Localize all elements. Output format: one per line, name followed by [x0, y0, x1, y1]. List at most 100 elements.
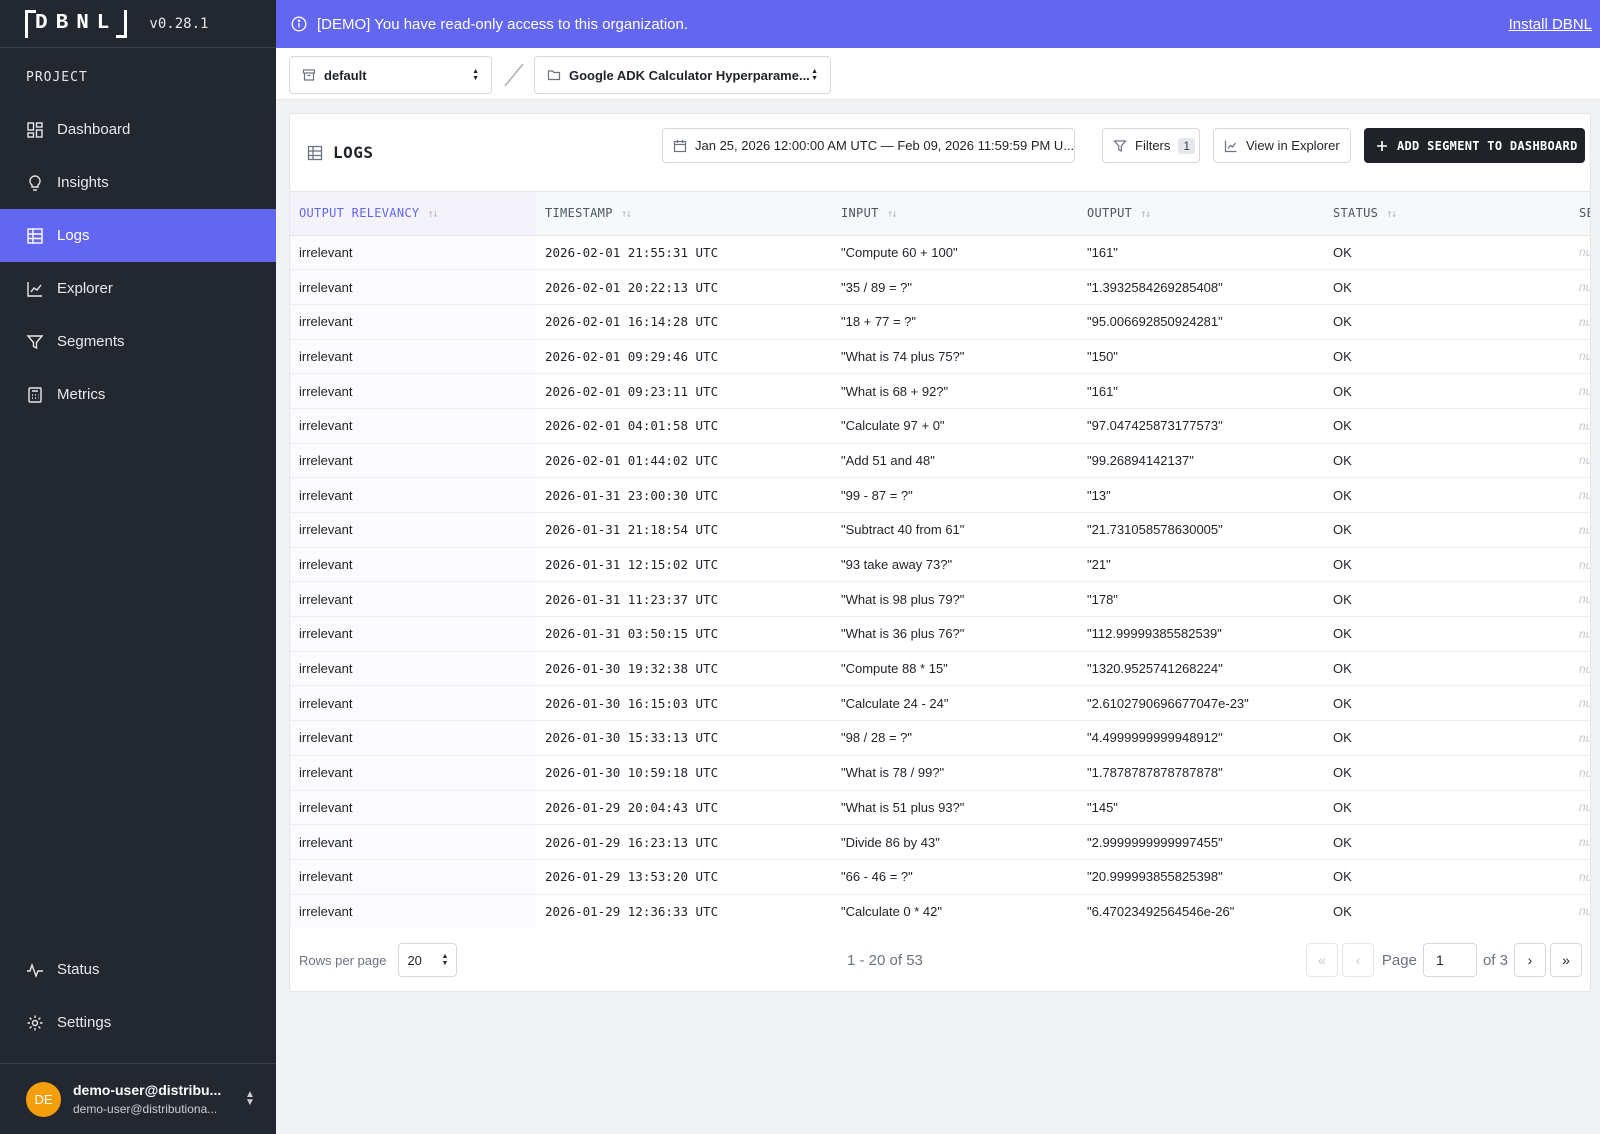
cell-input: "Divide 86 by 43" — [832, 824, 1078, 860]
cell-timestamp: 2026-02-01 21:55:31 UTC — [536, 235, 832, 271]
project-select[interactable]: Google ADK Calculator Hyperparame... ▲ ▼ — [534, 56, 831, 94]
filters-count-badge: 1 — [1178, 137, 1196, 154]
sort-icon[interactable]: ↑↓ — [427, 207, 438, 220]
cell-status: OK — [1324, 581, 1570, 618]
cell-input: "18 + 77 = ?" — [832, 304, 1078, 340]
folder-icon — [547, 68, 561, 82]
sidebar-item-dashboard[interactable]: Dashboard — [0, 103, 276, 156]
table-row[interactable]: irrelevant 2026-02-01 04:01:58 UTC "Calcul… — [290, 408, 1590, 444]
column-header-timestamp[interactable]: TIMESTAMP ↑↓ — [536, 192, 832, 236]
cell-status: OK — [1324, 685, 1570, 722]
cell-input: "What is 51 plus 93?" — [832, 790, 1078, 826]
namespace-select[interactable]: default ▲ ▼ — [289, 56, 492, 94]
sort-icon[interactable]: ↑↓ — [1140, 207, 1151, 220]
sidebar-item-metrics[interactable]: Metrics — [0, 368, 276, 421]
cell-status: OK — [1324, 235, 1570, 271]
cell-status: OK — [1324, 616, 1570, 652]
column-header-output-relevancy[interactable]: OUTPUT RELEVANCY ↑↓ — [290, 192, 536, 236]
cell-status: OK — [1324, 408, 1570, 444]
cell-timestamp: 2026-01-31 11:23:37 UTC — [536, 581, 832, 618]
sidebar-item-segments[interactable]: Segments — [0, 315, 276, 368]
cell-input: "Calculate 0 * 42" — [832, 894, 1078, 928]
sort-icon[interactable]: ↑↓ — [621, 207, 632, 220]
avatar: DE — [26, 1081, 61, 1117]
cell-truncated: nu — [1570, 269, 1590, 305]
row-range-text: 1 - 20 of 53 — [847, 951, 923, 969]
table-row[interactable]: irrelevant 2026-01-31 12:15:02 UTC "93 tak… — [290, 547, 1590, 583]
view-in-explorer-button[interactable]: View in Explorer — [1213, 128, 1351, 163]
table-row[interactable]: irrelevant 2026-02-01 01:44:02 UTC "Add 51… — [290, 443, 1590, 479]
cell-output: "145" — [1078, 790, 1324, 826]
rows-per-page-select[interactable]: 20 ▲ ▼ — [398, 943, 458, 977]
cell-truncated: nu — [1570, 720, 1590, 756]
table-row[interactable]: irrelevant 2026-01-31 23:00:30 UTC "99 - 8… — [290, 477, 1590, 513]
cell-output-relevancy: irrelevant — [290, 547, 536, 583]
table-icon — [26, 227, 44, 245]
first-page-button[interactable]: « — [1305, 943, 1338, 977]
chevron-up-down-icon: ▲ ▼ — [245, 1089, 255, 1108]
cell-status: OK — [1324, 304, 1570, 340]
sidebar-item-label: Explorer — [57, 280, 113, 297]
install-dbnl-link[interactable]: Install DBNL — [1509, 16, 1592, 33]
table-row[interactable]: irrelevant 2026-02-01 09:23:11 UTC "What i… — [290, 373, 1590, 409]
cell-timestamp: 2026-01-31 03:50:15 UTC — [536, 616, 832, 652]
user-menu[interactable]: DE demo-user@distribu... demo-user@distr… — [0, 1063, 276, 1134]
previous-page-button[interactable]: ‹ — [1341, 943, 1374, 977]
table-row[interactable]: irrelevant 2026-01-29 16:23:13 UTC "Divide… — [290, 824, 1590, 860]
cell-truncated: nu — [1570, 824, 1590, 860]
sidebar-item-explorer[interactable]: Explorer — [0, 262, 276, 315]
sidebar-item-logs[interactable]: Logs — [0, 209, 276, 262]
cell-output-relevancy: irrelevant — [290, 477, 536, 513]
table-row[interactable]: irrelevant 2026-01-30 10:59:18 UTC "What i… — [290, 755, 1590, 791]
filters-button[interactable]: Filters 1 — [1102, 128, 1200, 163]
cell-output: "95.006692850924281" — [1078, 304, 1324, 340]
cell-output-relevancy: irrelevant — [290, 720, 536, 756]
next-page-button[interactable]: › — [1514, 943, 1546, 977]
filters-label: Filters — [1135, 138, 1171, 153]
filter-icon — [1113, 139, 1127, 153]
table-row[interactable]: irrelevant 2026-01-29 20:04:43 UTC "What i… — [290, 790, 1590, 826]
table-row[interactable]: irrelevant 2026-01-31 21:18:54 UTC "Subtra… — [290, 512, 1590, 548]
date-range-picker[interactable]: Jan 25, 2026 12:00:00 AM UTC — Feb 09, 2… — [662, 128, 1075, 163]
column-header-label: STATUS — [1333, 206, 1379, 221]
table-row[interactable]: irrelevant 2026-01-30 19:32:38 UTC "Comput… — [290, 651, 1590, 687]
column-header-output[interactable]: OUTPUT ↑↓ — [1078, 192, 1324, 236]
sort-icon[interactable]: ↑↓ — [1386, 207, 1397, 220]
cell-output: "1.7878787878787878" — [1078, 755, 1324, 791]
column-header-input[interactable]: INPUT ↑↓ — [832, 192, 1078, 236]
rows-per-page-label: Rows per page — [299, 952, 387, 968]
table-row[interactable]: irrelevant 2026-01-30 15:33:13 UTC "98 / 2… — [290, 720, 1590, 756]
table-row[interactable]: irrelevant 2026-02-01 09:29:46 UTC "What i… — [290, 339, 1590, 375]
table-row[interactable]: irrelevant 2026-01-31 03:50:15 UTC "What i… — [290, 616, 1590, 652]
cell-status: OK — [1324, 547, 1570, 583]
cell-truncated: nu — [1570, 339, 1590, 375]
last-page-button[interactable]: » — [1550, 943, 1582, 977]
sidebar-item-insights[interactable]: Insights — [0, 156, 276, 209]
cell-input: "What is 68 + 92?" — [832, 373, 1078, 409]
column-header-status[interactable]: STATUS ↑↓ — [1324, 192, 1570, 236]
table-row[interactable]: irrelevant 2026-02-01 20:22:13 UTC "35 / 8… — [290, 269, 1590, 305]
dbnl-logo[interactable]: DBNL — [25, 9, 128, 38]
table-row[interactable]: irrelevant 2026-01-29 13:53:20 UTC "66 - 4… — [290, 859, 1590, 895]
column-header-truncated[interactable]: SE — [1570, 192, 1590, 236]
sidebar-item-status[interactable]: Status — [0, 943, 276, 996]
cell-output: "4.4999999999948912" — [1078, 720, 1324, 756]
cell-timestamp: 2026-02-01 09:29:46 UTC — [536, 339, 832, 375]
cell-status: OK — [1324, 894, 1570, 928]
cell-status: OK — [1324, 755, 1570, 791]
cell-truncated: nu — [1570, 477, 1590, 513]
archive-icon — [302, 68, 316, 82]
table-row[interactable]: irrelevant 2026-02-01 21:55:31 UTC "Comput… — [290, 235, 1590, 271]
table-row[interactable]: irrelevant 2026-01-30 16:15:03 UTC "Calcul… — [290, 685, 1590, 722]
page-number-input[interactable] — [1422, 943, 1477, 977]
sidebar-item-settings[interactable]: Settings — [0, 996, 276, 1049]
cell-input: "Compute 60 + 100" — [832, 235, 1078, 271]
sidebar-item-label: Settings — [57, 1014, 112, 1031]
cell-status: OK — [1324, 651, 1570, 687]
add-segment-to-dashboard-button[interactable]: ADD SEGMENT TO DASHBOARD — [1364, 128, 1585, 163]
cell-output: "2.6102790696677047e-23" — [1078, 685, 1324, 722]
table-row[interactable]: irrelevant 2026-01-29 12:36:33 UTC "Calcul… — [290, 894, 1590, 928]
table-row[interactable]: irrelevant 2026-01-31 11:23:37 UTC "What i… — [290, 581, 1590, 618]
table-row[interactable]: irrelevant 2026-02-01 16:14:28 UTC "18 + 7… — [290, 304, 1590, 340]
sort-icon[interactable]: ↑↓ — [887, 207, 898, 220]
